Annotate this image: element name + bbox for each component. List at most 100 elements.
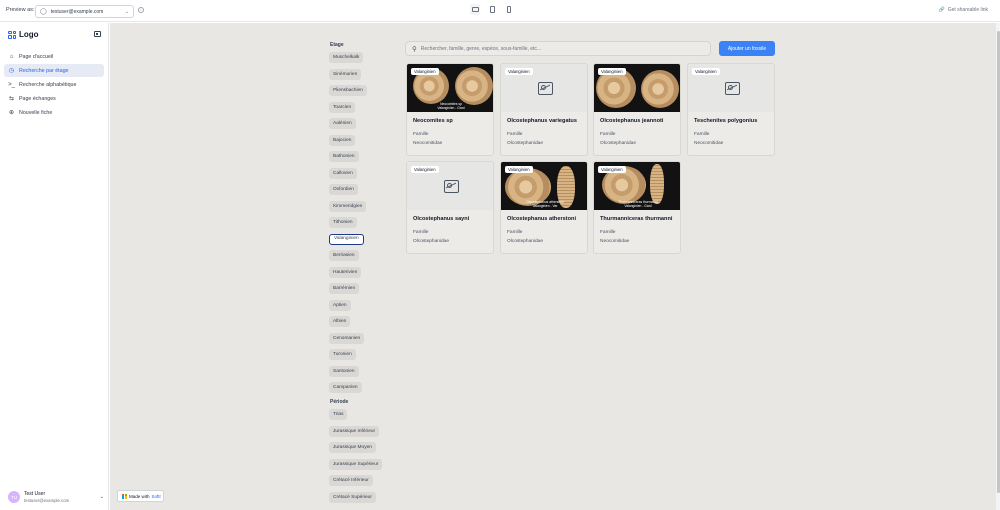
sidebar-item-label: Page d'accueil [19,53,54,60]
user-icon: ◯ [40,9,47,15]
fossil-photo: Thurmanniceras thurmanni Valanginien - Ga… [594,162,680,210]
shareable-link-button[interactable]: 🔗 Get shareable link [938,7,988,13]
etage-chip[interactable]: Turonien [329,349,356,360]
exchange-icon: ⇆ [8,96,15,102]
family-label: Famille [507,230,523,235]
family-label: Famille [694,132,710,137]
desktop-icon[interactable] [470,4,480,15]
shareable-link-label: Get shareable link [947,7,988,13]
add-fossil-button[interactable]: Ajouter un fossile [719,41,775,56]
logo-icon [8,30,16,39]
fossil-photo: Neocomites sp Valanginien - Gard Valangini… [407,64,493,112]
etage-badge: Valanginien [411,166,439,173]
etage-filter-label: Etage [330,42,344,48]
fossil-card[interactable]: Thurmanniceras thurmanni Valanginien - Ga… [593,161,681,254]
sidebar-nav: ⌂ Page d'accueil ◷ Recherche par étage >… [4,50,104,120]
image-placeholder: Valanginien [688,64,774,112]
fossil-name: Neocomites sp [413,118,453,124]
etage-badge: Valanginien [411,68,439,75]
avatar: TU [8,491,20,503]
family-label: Famille [600,230,616,235]
family-value: Olcostephanidae [507,239,544,244]
sidebar-item-label: Nouvelle fiche [19,109,53,116]
etage-chip[interactable]: Oxfordien [329,184,358,195]
sidebar-item-echanges[interactable]: ⇆ Page échanges [4,92,104,105]
etage-chip[interactable]: Albien [329,316,351,327]
etage-chip[interactable]: Berriasien [329,250,359,261]
fossil-name: Olcostephanus atherstoni [507,216,577,222]
etage-chip[interactable]: Valanginien [329,233,364,245]
etage-chip[interactable]: Bathonien [329,151,359,162]
fossil-name: Thurmanniceras thurmanni [600,216,673,222]
device-switcher [470,4,514,15]
chevron-down-icon: ⌄ [99,494,104,500]
etage-chip[interactable]: Callovien [329,167,357,179]
etage-filter-list: Muschelkalk Sinémurien Pliensbachien Toarci… [329,52,389,399]
periode-chip[interactable]: Crétacé Inférieur [329,475,373,486]
etage-chip[interactable]: Tithonien [329,217,357,228]
etage-chip[interactable]: Campanien [329,382,362,393]
image-placeholder-icon [443,179,459,193]
fossil-card[interactable]: Neocomites sp Valanginien - Gard Valangini… [406,63,494,156]
sidebar-item-recherche-alpha[interactable]: >_ Recherche alphabétique [4,78,104,91]
user-menu[interactable]: TU Test User testuser@example.com ⌄ [8,488,104,506]
sidebar-collapse-icon[interactable] [94,31,101,37]
etage-chip[interactable]: Muschelkalk [329,52,364,63]
made-with-label: Made with [129,493,150,499]
scrollbar[interactable] [996,23,1000,510]
periode-filter-label: Période [330,399,349,405]
family-label: Famille [413,230,429,235]
search-icon: ⚲ [412,45,417,53]
mobile-icon[interactable] [504,4,514,15]
photo-caption: Neocomites sp Valanginien - Gard [437,102,465,110]
sidebar-item-label: Recherche par étage [19,67,69,74]
periode-chip[interactable]: Crétacé Supérieur [329,491,376,503]
info-icon[interactable]: i [138,7,144,13]
preview-label: Preview as: [6,7,35,13]
etage-chip[interactable]: Cenomanien [329,332,365,344]
family-value: Neocomitidae [694,141,724,146]
image-placeholder: Valanginien [407,162,493,210]
etage-badge: Valanginien [505,68,533,75]
etage-chip[interactable]: Sinémurien [329,68,362,80]
image-placeholder: Valanginien [501,64,587,112]
preview-user-email: testuser@example.com [50,8,104,15]
fossil-card[interactable]: Valanginien Teschenites polygonius Famil… [687,63,775,156]
fossil-name: Olcostephanus jeannoti [600,118,664,124]
sidebar: Logo ⌂ Page d'accueil ◷ Recherche par ét… [0,23,109,510]
sidebar-item-label: Recherche alphabétique [19,81,77,88]
sidebar-item-home[interactable]: ⌂ Page d'accueil [4,50,104,63]
sidebar-item-nouvelle-fiche[interactable]: ⊕ Nouvelle fiche [4,106,104,119]
search-placeholder: Rechercher, famille, genre, espèce, sous… [420,45,542,52]
etage-chip[interactable]: Pliensbachien [329,85,367,96]
periode-chip[interactable]: Jurassique Moyen [329,442,376,453]
search-input[interactable]: ⚲ Rechercher, famille, genre, espèce, so… [405,41,711,56]
fossil-card[interactable]: Olcostephanus atherstoni Valanginien - Va… [500,161,588,254]
etage-chip[interactable]: Aptien [329,299,351,311]
periode-chip[interactable]: Jurassique Inférieur [329,425,380,437]
fossil-card[interactable]: Valanginien Olcostephanus variegatus Fam… [500,63,588,156]
made-with-brand: Softr [151,493,162,499]
made-with-badge[interactable]: Made with Softr [117,490,164,502]
fossil-name: Olcostephanus variegatus [507,118,577,124]
periode-chip[interactable]: Jurassique Supérieur [329,458,383,470]
sidebar-item-recherche-etage[interactable]: ◷ Recherche par étage [4,64,104,77]
tablet-icon[interactable] [487,4,497,15]
fossil-name: Olcostephanus sayni [413,216,470,222]
photo-caption: Olcostephanus atherstoni Valanginien - Va… [526,200,564,208]
fossil-card[interactable]: Valanginien Olcostephanus sayni Famille … [406,161,494,254]
etage-chip[interactable]: Hauterivien [329,266,362,278]
preview-user-select[interactable]: ◯ testuser@example.com ⌄ [35,5,134,18]
user-email: testuser@example.com [24,498,70,503]
etage-chip[interactable]: Bajocien [329,134,356,146]
etage-chip[interactable]: Kimmeridgien [329,200,367,212]
fossil-card[interactable]: Valanginien Olcostephanus jeannoti Famil… [593,63,681,156]
app-logo[interactable]: Logo [8,30,39,39]
etage-chip[interactable]: Barrémien [329,283,360,294]
periode-chip[interactable]: Trias [329,409,348,420]
fossil-name: Teschenites polygonius [694,118,758,124]
etage-chip[interactable]: Aalénien [329,118,356,129]
family-label: Famille [413,132,429,137]
etage-chip[interactable]: Santonien [329,365,359,377]
etage-chip[interactable]: Toarcien [329,101,356,113]
